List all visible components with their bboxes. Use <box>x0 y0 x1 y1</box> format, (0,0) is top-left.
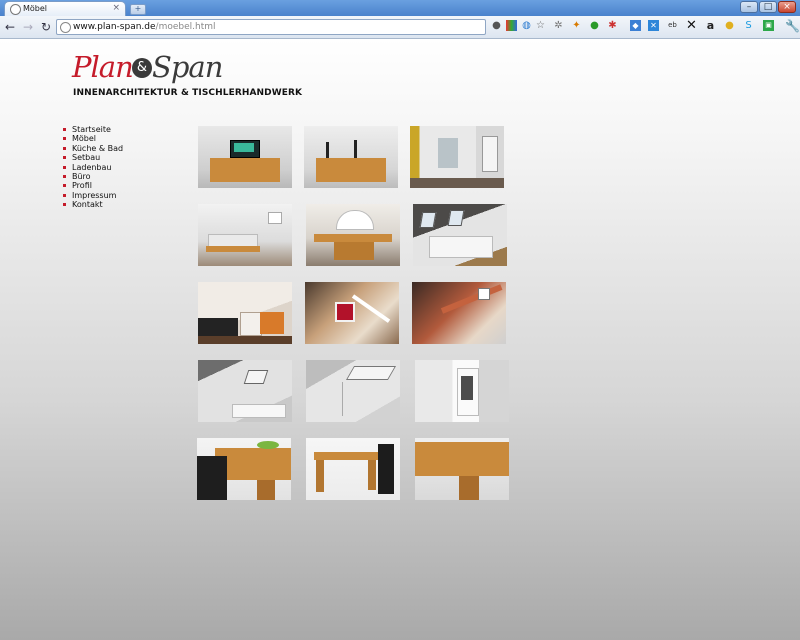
close-window-button[interactable]: × <box>778 1 796 13</box>
gallery-thumbnail[interactable] <box>306 360 400 422</box>
gallery-thumbnail[interactable] <box>306 438 400 500</box>
x-icon[interactable]: ✕ <box>686 19 697 32</box>
nav-item-moebel[interactable]: Möbel <box>62 134 123 143</box>
gallery-thumbnail[interactable] <box>410 126 504 188</box>
gallery-thumbnail[interactable] <box>306 204 400 266</box>
globe-icon <box>60 22 71 33</box>
maximize-button[interactable]: □ <box>759 1 777 13</box>
ebay-icon[interactable]: eb <box>667 20 678 31</box>
tagline: INNENARCHITEKTUR & TISCHLERHANDWERK <box>73 88 303 98</box>
star-bookmark-icon[interactable]: ☆ <box>535 20 546 31</box>
gallery-thumbnail[interactable] <box>413 204 507 266</box>
gallery-thumbnail[interactable] <box>198 282 292 344</box>
browser-toolbar: ← → ↻ www.plan-span.de/moebel.html <box>0 16 800 39</box>
extension-x-blue-icon[interactable]: ✕ <box>648 20 659 31</box>
gallery-thumbnail[interactable] <box>197 438 291 500</box>
gallery-thumbnail[interactable] <box>198 126 292 188</box>
nav-item-kontakt[interactable]: Kontakt <box>62 200 123 209</box>
nav-item-buero[interactable]: Büro <box>62 172 123 181</box>
translate-globe-icon[interactable]: ◍ <box>521 20 532 31</box>
logo-ampersand: & <box>132 58 152 78</box>
browser-tab[interactable]: Möbel × <box>4 1 126 16</box>
page-favicon-icon <box>10 4 21 15</box>
gallery-thumbnail[interactable] <box>415 360 509 422</box>
nav-item-setbau[interactable]: Setbau <box>62 153 123 162</box>
gallery-thumbnail[interactable] <box>412 282 506 344</box>
gallery-thumbnail[interactable] <box>305 282 399 344</box>
nav-item-impressum[interactable]: Impressum <box>62 191 123 200</box>
page-content: Plan & Span INNENARCHITEKTUR & TISCHLERH… <box>0 39 800 640</box>
gallery-thumbnail[interactable] <box>304 126 398 188</box>
gallery-thumbnail[interactable] <box>198 360 292 422</box>
logo-plan-text: Plan <box>72 50 134 84</box>
extension-blue-icon[interactable]: ◆ <box>630 20 641 31</box>
forward-arrow-icon[interactable]: → <box>21 19 35 35</box>
minimize-button[interactable]: – <box>740 1 758 13</box>
gear-icon[interactable]: ✲ <box>553 20 564 31</box>
extension-red-icon[interactable]: ✱ <box>607 20 618 31</box>
url-text: www.plan-span.de/moebel.html <box>73 22 216 32</box>
address-bar[interactable]: www.plan-span.de/moebel.html <box>56 19 486 35</box>
nav-item-ladenbau[interactable]: Ladenbau <box>62 163 123 172</box>
skype-icon[interactable]: S <box>743 20 754 31</box>
nav-item-kueche-bad[interactable]: Küche & Bad <box>62 144 123 153</box>
title-bar: Möbel × + – □ × <box>0 0 800 16</box>
lightbulb-icon[interactable]: ● <box>491 20 502 31</box>
nav-item-startseite[interactable]: Startseite <box>62 125 123 134</box>
main-navigation: Startseite Möbel Küche & Bad Setbau Lade… <box>62 125 123 210</box>
gallery-thumbnail[interactable] <box>415 438 509 500</box>
logo-span-text: Span <box>152 50 223 84</box>
back-arrow-icon[interactable]: ← <box>3 19 17 35</box>
extension-yellow-icon[interactable]: ● <box>724 20 735 31</box>
tab-title: Möbel <box>23 4 48 13</box>
extension-green-icon[interactable]: ● <box>589 20 600 31</box>
wrench-icon[interactable]: 🔧 <box>785 19 800 33</box>
nav-item-profil[interactable]: Profil <box>62 181 123 190</box>
tab-close-icon[interactable]: × <box>112 3 120 13</box>
color-squares-icon[interactable] <box>506 20 517 31</box>
reload-icon[interactable]: ↻ <box>39 19 53 35</box>
site-logo[interactable]: Plan & Span <box>72 50 232 86</box>
amazon-icon[interactable]: a <box>705 20 716 31</box>
extension-orange-icon[interactable]: ✦ <box>571 20 582 31</box>
extension-green-box-icon[interactable]: ▣ <box>763 20 774 31</box>
new-tab-button[interactable]: + <box>130 4 146 15</box>
gallery-thumbnail[interactable] <box>198 204 292 266</box>
